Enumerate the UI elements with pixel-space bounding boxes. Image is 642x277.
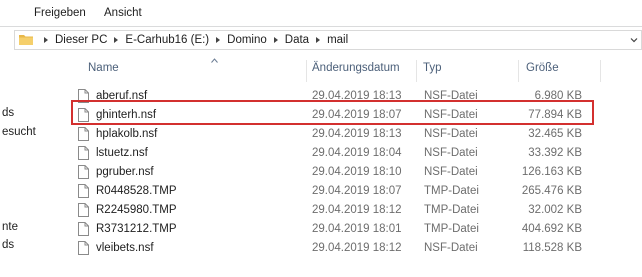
crumb-data[interactable]: Data	[285, 34, 309, 46]
column-divider[interactable]	[416, 60, 417, 82]
file-type: TMP-Datei	[424, 204, 479, 216]
chevron-right-icon[interactable]	[316, 37, 321, 43]
ribbon: Freigeben Ansicht	[0, 0, 642, 27]
file-size: 32.465 KB	[528, 128, 582, 140]
file-date: 29.04.2019 18:10	[312, 166, 402, 178]
file-name: R2245980.TMP	[96, 204, 177, 216]
file-name: lstuetz.nsf	[96, 147, 148, 159]
file-date: 29.04.2019 18:07	[312, 185, 402, 197]
chevron-down-icon[interactable]	[630, 36, 638, 44]
crumb-drive[interactable]: E-Carhub16 (E:)	[125, 34, 209, 46]
nav-item[interactable]: esucht	[2, 126, 36, 138]
file-icon	[78, 127, 89, 141]
file-icon	[78, 241, 89, 255]
column-header-size[interactable]: Größe	[526, 62, 559, 78]
file-row[interactable]: R2245980.TMP 29.04.2019 18:12 TMP-Datei 32.…	[60, 201, 600, 220]
chevron-right-icon[interactable]	[273, 37, 278, 43]
highlight-box	[71, 100, 594, 125]
file-date: 29.04.2019 18:13	[312, 128, 402, 140]
chevron-right-icon[interactable]	[44, 37, 48, 43]
crumb-dieser-pc[interactable]: Dieser PC	[55, 34, 107, 46]
chevron-right-icon[interactable]	[216, 37, 221, 43]
file-row[interactable]: vleibets.nsf 29.04.2019 18:12 NSF-Datei 118…	[60, 239, 600, 258]
file-date: 29.04.2019 18:01	[312, 223, 402, 235]
file-row[interactable]: pgruber.nsf 29.04.2019 18:10 NSF-Datei 126.…	[60, 163, 600, 182]
file-name: R3731212.TMP	[96, 223, 177, 235]
column-divider[interactable]	[518, 60, 519, 82]
file-name: pgruber.nsf	[96, 166, 154, 178]
column-header-type[interactable]: Typ	[423, 62, 442, 78]
file-size: 404.692 KB	[521, 223, 582, 235]
file-name: vleibets.nsf	[96, 242, 154, 254]
navigation-pane: ds esucht nte ds	[0, 52, 60, 277]
column-header-date[interactable]: Änderungsdatum	[312, 62, 400, 78]
file-size: 32.002 KB	[528, 204, 582, 216]
folder-icon	[19, 35, 33, 45]
tab-freigeben[interactable]: Freigeben	[34, 7, 86, 19]
file-row[interactable]: R0448528.TMP 29.04.2019 18:07 TMP-Datei 265…	[60, 182, 600, 201]
file-name: R0448528.TMP	[96, 185, 177, 197]
column-divider[interactable]	[600, 60, 601, 82]
sort-ascending-icon	[211, 58, 218, 63]
file-size: 33.392 KB	[528, 147, 582, 159]
address-bar[interactable]: Dieser PC E-Carhub16 (E:) Domino Data ma…	[14, 30, 642, 50]
file-date: 29.04.2019 18:12	[312, 204, 402, 216]
crumb-mail[interactable]: mail	[327, 34, 348, 46]
file-icon	[78, 184, 89, 198]
file-icon	[78, 146, 89, 160]
column-divider[interactable]	[306, 60, 307, 82]
file-type: NSF-Datei	[424, 242, 478, 254]
file-icon	[78, 222, 89, 236]
file-type: NSF-Datei	[424, 147, 478, 159]
chevron-right-icon[interactable]	[114, 37, 119, 43]
file-icon	[78, 203, 89, 217]
file-size: 126.163 KB	[521, 166, 582, 178]
file-type: TMP-Datei	[424, 223, 479, 235]
file-row[interactable]: hplakolb.nsf 29.04.2019 18:13 NSF-Datei 32.…	[60, 125, 600, 144]
file-size: 265.476 KB	[521, 185, 582, 197]
file-row[interactable]: R3731212.TMP 29.04.2019 18:01 TMP-Datei 404…	[60, 220, 600, 239]
file-name: hplakolb.nsf	[96, 128, 158, 140]
nav-item[interactable]: ds	[2, 107, 14, 119]
file-size: 118.528 KB	[522, 242, 582, 254]
tab-ansicht[interactable]: Ansicht	[104, 7, 142, 19]
file-type: TMP-Datei	[424, 185, 479, 197]
file-type: NSF-Datei	[424, 166, 478, 178]
crumb-domino[interactable]: Domino	[227, 34, 267, 46]
file-date: 29.04.2019 18:04	[312, 147, 402, 159]
nav-item[interactable]: ds	[2, 239, 14, 251]
file-date: 29.04.2019 18:12	[312, 242, 402, 254]
column-header-name[interactable]: Name	[88, 62, 119, 78]
breadcrumb: Dieser PC E-Carhub16 (E:) Domino Data ma…	[37, 34, 348, 46]
file-icon	[78, 165, 89, 179]
file-row[interactable]: lstuetz.nsf 29.04.2019 18:04 NSF-Datei 33.3…	[60, 144, 600, 163]
nav-item[interactable]: nte	[2, 221, 18, 233]
file-type: NSF-Datei	[424, 128, 478, 140]
